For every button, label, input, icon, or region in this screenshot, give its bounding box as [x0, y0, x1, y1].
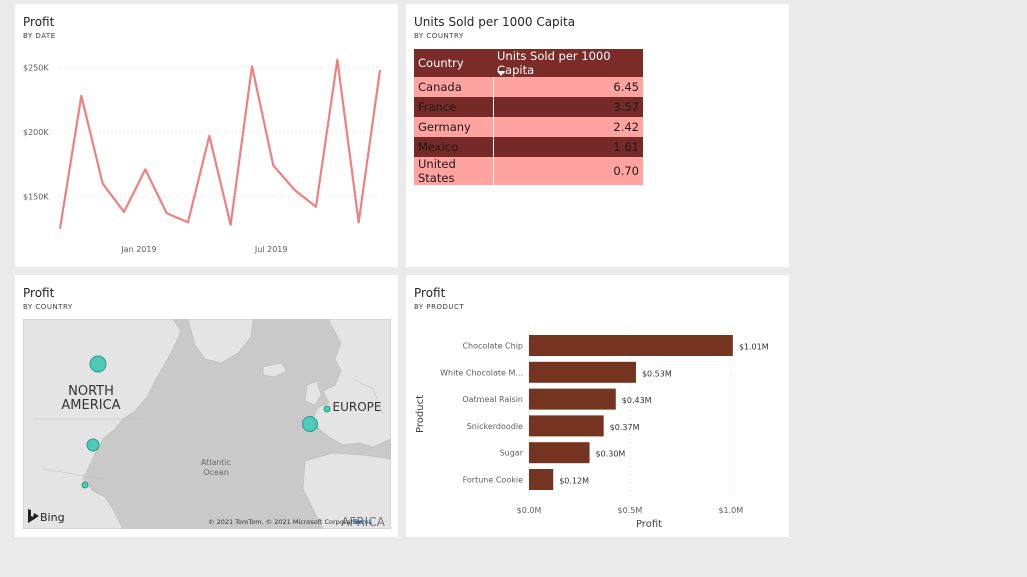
map-label-north-america-2: AMERICA: [61, 398, 120, 413]
table-row[interactable]: Mexico 1.61: [414, 137, 643, 157]
map-bubble-united-states: [86, 438, 100, 452]
table-cell: 6.45: [493, 77, 643, 97]
x-tick-label: $0.5M: [618, 506, 643, 515]
x-tick-label: $0.0M: [517, 506, 542, 515]
y-axis-title: Product: [415, 395, 426, 433]
bing-logo-text: Bing: [40, 511, 65, 524]
map-bubble-germany: [323, 405, 331, 413]
map-bubble-canada: [89, 355, 107, 373]
profit-series-line: [58, 58, 382, 229]
table-cell: 1.61: [493, 137, 643, 157]
table-cell: 2.42: [493, 117, 643, 137]
tile-profit-by-country[interactable]: Profit BY COUNTRY NORTH AMERICA EUROPE A…: [15, 275, 398, 537]
tile-profit-by-product[interactable]: Profit BY PRODUCT $0.0M $0.5M $1.0M Chocola…: [406, 275, 789, 537]
bar: [529, 415, 604, 437]
map-bubble-france: [302, 416, 318, 432]
map-terms-link: Terms: [352, 518, 373, 526]
units-table: Country Units Sold per 1000 Capita Canad…: [414, 49, 643, 185]
y-tick-label: $150K: [23, 192, 49, 201]
category-label: Oatmeal Raisin: [462, 395, 523, 404]
bar: [529, 388, 616, 410]
profit-map[interactable]: NORTH AMERICA EUROPE Atlantic Ocean AFRI…: [23, 319, 391, 529]
category-label: Chocolate Chip: [462, 342, 523, 351]
map-label-north-america: NORTH: [68, 384, 114, 399]
tile-title: Units Sold per 1000 Capita: [414, 15, 576, 29]
bar: [529, 335, 733, 356]
data-label: $0.53M: [642, 369, 672, 378]
data-label: $1.01M: [739, 343, 769, 352]
y-tick-label: $200K: [23, 128, 49, 137]
bar: [529, 442, 590, 464]
x-tick-label: Jul 2019: [254, 245, 288, 254]
data-label: $0.43M: [622, 396, 652, 405]
column-header-units[interactable]: Units Sold per 1000 Capita: [493, 49, 643, 77]
y-tick-label: $250K: [23, 63, 49, 72]
table-cell: United States: [414, 157, 494, 185]
category-label: Snickerdoodle: [467, 422, 523, 431]
table-cell: 3.57: [493, 97, 643, 117]
map-label-ocean-2: Ocean: [203, 468, 229, 477]
x-tick-label: Jan 2019: [120, 245, 156, 254]
map-bubble-mexico: [81, 481, 89, 489]
data-label: $0.12M: [559, 477, 589, 486]
column-header-label: Units Sold per 1000 Capita: [497, 49, 611, 77]
tile-profit-by-date[interactable]: Profit BY DATE $150K $200K $250K Jan 2019 Ju…: [15, 4, 398, 267]
x-axis-title: Profit: [636, 519, 662, 530]
table-cell: Canada: [414, 77, 494, 97]
data-label: $0.30M: [596, 450, 626, 459]
table-row[interactable]: Canada 6.45: [414, 77, 643, 97]
table-cell: France: [414, 97, 494, 117]
category-label: White Chocolate M...: [440, 368, 523, 377]
profit-bar-chart: $0.0M $0.5M $1.0M Chocolate Chip $1.01M White…: [415, 327, 769, 530]
profit-line-chart: $150K $200K $250K Jan 2019 Jul 2019: [23, 58, 382, 254]
tile-subtitle: BY COUNTRY: [414, 32, 464, 40]
table-row[interactable]: United States 0.70: [414, 157, 643, 185]
table-cell: 0.70: [493, 157, 643, 185]
category-label: Fortune Cookie: [463, 476, 523, 485]
map-attribution: © 2021 TomTom, © 2021 Microsoft Corporat…: [208, 518, 363, 526]
bar: [529, 361, 636, 383]
table-row[interactable]: Germany 2.42: [414, 117, 643, 137]
data-label: $0.37M: [610, 423, 640, 432]
sort-descending-icon: [497, 71, 505, 76]
category-label: Sugar: [500, 449, 524, 458]
map-label-europe: EUROPE: [333, 400, 382, 414]
map-canvas: NORTH AMERICA EUROPE Atlantic Ocean AFRI…: [23, 319, 391, 529]
x-tick-label: $1.0M: [718, 506, 743, 515]
tile-title: Profit: [23, 286, 55, 300]
map-label-ocean-1: Atlantic: [201, 458, 231, 467]
table-row[interactable]: France 3.57: [414, 97, 643, 117]
table-cell: Mexico: [414, 137, 494, 157]
column-header-country[interactable]: Country: [414, 49, 493, 77]
tile-subtitle: BY COUNTRY: [23, 303, 73, 311]
bar: [529, 469, 554, 490]
table-cell: Germany: [414, 117, 494, 137]
tile-units-sold-table[interactable]: Units Sold per 1000 Capita BY COUNTRY Co…: [406, 4, 789, 267]
